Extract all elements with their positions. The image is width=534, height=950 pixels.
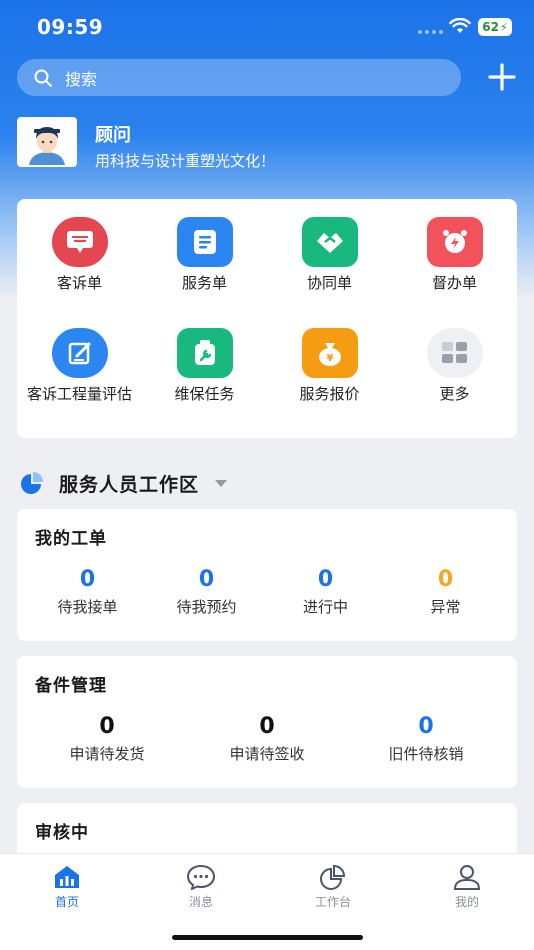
stat-pending-shipment[interactable]: 0 申请待发货 bbox=[27, 714, 187, 764]
stat-label: 申请待签收 bbox=[229, 745, 305, 763]
profile-header[interactable]: 顾问 用科技与设计重塑光文化！ bbox=[17, 117, 517, 170]
tab-home[interactable]: 首页 bbox=[27, 864, 107, 910]
grid-item-quotation[interactable]: ¥ 服务报价 bbox=[267, 328, 392, 404]
stat-label: 旧件待核销 bbox=[388, 745, 464, 763]
stat-value: 0 bbox=[99, 714, 115, 739]
handshake-icon bbox=[301, 217, 358, 267]
avatar-person-icon bbox=[19, 119, 75, 165]
more-grid-icon bbox=[426, 328, 483, 378]
stat-pending-receipt[interactable]: 0 申请待签收 bbox=[187, 714, 347, 764]
tab-label: 工作台 bbox=[314, 895, 351, 909]
tab-label: 我的 bbox=[454, 895, 479, 909]
add-button[interactable] bbox=[487, 62, 517, 92]
stat-value: 0 bbox=[259, 714, 275, 739]
message-icon bbox=[186, 864, 216, 890]
grid-label: 维保任务 bbox=[174, 385, 235, 403]
search-icon bbox=[34, 69, 52, 87]
status-time: 09:59 bbox=[37, 15, 104, 39]
svg-text:¥: ¥ bbox=[326, 353, 333, 364]
battery-indicator: 62 ⚡ bbox=[478, 18, 512, 36]
battery-level: 62 bbox=[482, 20, 499, 34]
grid-label: 服务报价 bbox=[299, 385, 360, 403]
money-bag-icon: ¥ bbox=[301, 328, 358, 378]
tab-workbench[interactable]: 工作台 bbox=[293, 864, 373, 910]
card-title: 备件管理 bbox=[35, 676, 107, 696]
workbench-icon bbox=[320, 864, 346, 890]
wifi-icon bbox=[449, 18, 471, 33]
stat-label: 申请待发货 bbox=[69, 745, 145, 763]
complaint-icon bbox=[51, 217, 108, 267]
evaluation-icon bbox=[51, 328, 108, 378]
status-bar: 09:59 62 ⚡ bbox=[0, 0, 534, 54]
grid-item-maintenance[interactable]: 维保任务 bbox=[142, 328, 267, 404]
grid-label: 协同单 bbox=[306, 274, 352, 292]
search-placeholder: 搜索 bbox=[65, 69, 98, 89]
grid-label: 客诉单 bbox=[56, 274, 102, 292]
workspace-selector[interactable]: 服务人员工作区 bbox=[19, 470, 228, 496]
tab-messages[interactable]: 消息 bbox=[161, 864, 241, 910]
search-input[interactable]: 搜索 bbox=[17, 59, 461, 96]
cellular-signal-icon bbox=[418, 30, 443, 34]
tab-label: 首页 bbox=[54, 895, 79, 909]
chevron-down-icon[interactable] bbox=[215, 479, 228, 487]
stat-label: 待我接单 bbox=[57, 598, 118, 616]
stat-value: 0 bbox=[437, 567, 454, 592]
user-motto: 用科技与设计重塑光文化！ bbox=[95, 152, 276, 170]
stat-in-progress[interactable]: 0 进行中 bbox=[263, 567, 388, 617]
pie-chart-icon bbox=[21, 472, 43, 494]
card-title: 审核中 bbox=[35, 823, 89, 843]
stat-value: 0 bbox=[317, 567, 334, 592]
grid-item-collaboration[interactable]: 协同单 bbox=[267, 217, 392, 293]
grid-label: 客诉工程量评估 bbox=[26, 385, 132, 403]
profile-icon bbox=[453, 865, 481, 890]
home-indicator[interactable] bbox=[172, 935, 363, 940]
stat-pending-accept[interactable]: 0 待我接单 bbox=[25, 567, 150, 617]
tab-label: 消息 bbox=[188, 895, 213, 909]
parts-management-card: 备件管理 0 申请待发货 0 申请待签收 0 旧件待核销 bbox=[17, 656, 517, 788]
stat-label: 进行中 bbox=[302, 598, 348, 616]
grid-item-service-order[interactable]: 服务单 bbox=[142, 217, 267, 293]
grid-label: 更多 bbox=[439, 385, 470, 403]
workspace-title: 服务人员工作区 bbox=[59, 473, 200, 496]
stat-label: 待我预约 bbox=[176, 598, 237, 616]
user-name: 顾问 bbox=[95, 125, 131, 146]
grid-item-supervision[interactable]: 督办单 bbox=[392, 217, 517, 293]
charging-icon: ⚡ bbox=[499, 20, 508, 34]
stat-value: 0 bbox=[79, 567, 96, 592]
maintenance-icon bbox=[176, 328, 233, 378]
tab-profile[interactable]: 我的 bbox=[427, 864, 507, 910]
stat-label: 异常 bbox=[430, 598, 461, 616]
avatar[interactable] bbox=[17, 117, 77, 167]
card-title: 我的工单 bbox=[35, 529, 107, 549]
service-order-icon bbox=[176, 217, 233, 267]
grid-item-evaluation[interactable]: 客诉工程量评估 bbox=[17, 328, 142, 404]
home-icon bbox=[55, 866, 79, 888]
grid-item-more[interactable]: 更多 bbox=[392, 328, 517, 404]
grid-item-complaint[interactable]: 客诉单 bbox=[17, 217, 142, 293]
grid-label: 督办单 bbox=[431, 274, 477, 292]
grid-label: 服务单 bbox=[181, 274, 227, 292]
my-orders-card: 我的工单 0 待我接单 0 待我预约 0 进行中 0 异常 bbox=[17, 509, 517, 641]
function-grid: 客诉单 服务单 协同单 督办单 客诉工程量评估 维保任务 ¥ 服务报价 更多 bbox=[17, 199, 517, 438]
stat-abnormal[interactable]: 0 异常 bbox=[383, 567, 508, 617]
stat-old-parts-writeoff[interactable]: 0 旧件待核销 bbox=[346, 714, 506, 764]
stat-value: 0 bbox=[418, 714, 434, 739]
alarm-clock-icon bbox=[426, 217, 483, 267]
stat-value: 0 bbox=[198, 567, 215, 592]
stat-pending-appointment[interactable]: 0 待我预约 bbox=[144, 567, 269, 617]
